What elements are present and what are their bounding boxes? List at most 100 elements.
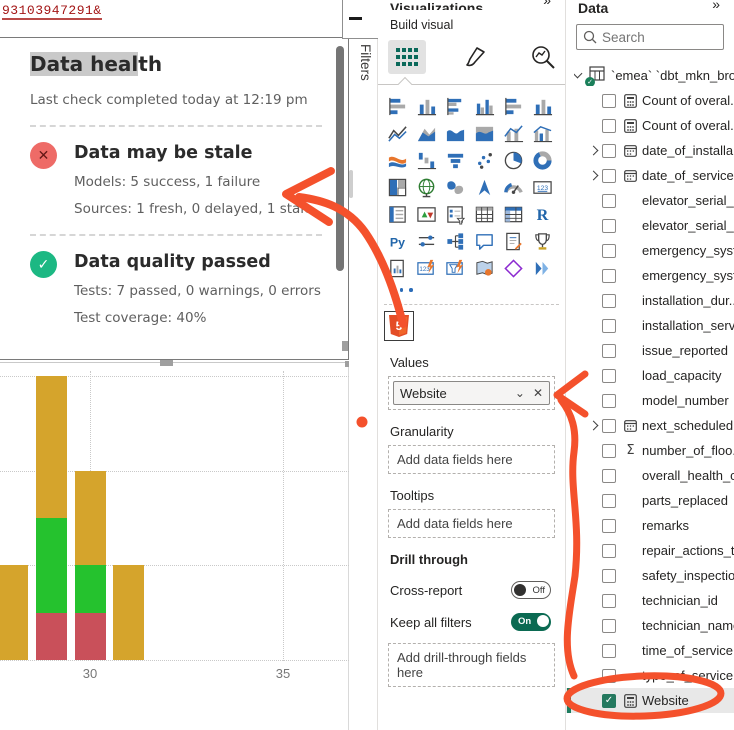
field-checkbox[interactable] (602, 394, 616, 408)
field-row-elevator_serial_[interactable]: elevator_serial_.. (566, 188, 734, 213)
field-checkbox[interactable] (602, 469, 616, 483)
field-checkbox[interactable] (602, 319, 616, 333)
field-row-parts_replaced[interactable]: parts_replaced (566, 488, 734, 513)
visual-icon-kpi[interactable] (412, 201, 441, 228)
visual-icon-scatter-chart[interactable] (470, 147, 499, 174)
field-row-load_capacity[interactable]: load_capacity (566, 363, 734, 388)
visual-icon-treemap[interactable] (383, 174, 412, 201)
remove-field-icon[interactable]: ✕ (533, 386, 543, 400)
field-checkbox[interactable] (602, 119, 616, 133)
field-checkbox[interactable] (602, 194, 616, 208)
visual-icon-stacked-bar-chart[interactable] (383, 93, 412, 120)
visual-icon-smart-narrative[interactable] (499, 228, 528, 255)
field-checkbox[interactable] (602, 444, 616, 458)
expand-icon[interactable] (588, 421, 598, 431)
visual-icon-power-apps-visual[interactable] (499, 255, 528, 282)
visual-icon-r-script-visual[interactable]: R (528, 201, 557, 228)
field-row-next_scheduled[interactable]: next_scheduled.. (566, 413, 734, 438)
field-checkbox[interactable] (602, 169, 616, 183)
visual-icon-power-apps-card[interactable]: 123 (412, 255, 441, 282)
field-checkbox[interactable] (602, 294, 616, 308)
field-checkbox[interactable] (602, 269, 616, 283)
field-checkbox[interactable] (602, 244, 616, 258)
card-scrollbar[interactable] (336, 46, 344, 271)
collapse-pane-icon[interactable]: » (543, 0, 551, 8)
data-health-card-visual[interactable]: Data health Last check completed today a… (0, 37, 349, 360)
visual-icon-stacked-column-chart[interactable] (412, 93, 441, 120)
visual-icon-ribbon-chart[interactable] (383, 147, 412, 174)
field-row-type_of_service[interactable]: type_of_service (566, 663, 734, 688)
visual-icon-donut-chart[interactable] (528, 147, 557, 174)
field-row-time_of_service[interactable]: time_of_service (566, 638, 734, 663)
field-row-date_of_service[interactable]: date_of_service (566, 163, 734, 188)
field-row-countofoveral[interactable]: Count of overal.. (566, 113, 734, 138)
field-row-repair_actions_t[interactable]: repair_actions_t.. (566, 538, 734, 563)
visual-icon-funnel-chart[interactable] (441, 147, 470, 174)
search-box[interactable] (576, 24, 724, 50)
field-checkbox[interactable]: ✓ (602, 694, 616, 708)
field-row-issue_reported[interactable]: issue_reported (566, 338, 734, 363)
field-row-emergency_syst[interactable]: emergency_syst.. (566, 263, 734, 288)
field-checkbox[interactable] (602, 544, 616, 558)
field-row-safety_inspectio[interactable]: safety_inspectio.. (566, 563, 734, 588)
values-well[interactable]: Website ⌄ ✕ (388, 376, 555, 410)
keep-all-filters-toggle[interactable]: On (511, 613, 551, 631)
visual-icon-metrics[interactable] (528, 228, 557, 255)
field-checkbox[interactable] (602, 344, 616, 358)
tab-format-visual[interactable] (456, 40, 494, 74)
tab-analytics[interactable] (524, 40, 562, 74)
table-node[interactable]: ✓ `emea` `dbt_mkn_bron... (574, 64, 734, 86)
visual-icon-arcgis-map[interactable] (470, 255, 499, 282)
field-checkbox[interactable] (602, 219, 616, 233)
website-field-chip[interactable]: Website ⌄ ✕ (393, 381, 550, 405)
field-row-emergency_syst[interactable]: emergency_syst.. (566, 238, 734, 263)
field-row-installation_dur[interactable]: installation_dur.. (566, 288, 734, 313)
field-checkbox[interactable] (602, 494, 616, 508)
field-row-overall_health_c[interactable]: overall_health_c.. (566, 463, 734, 488)
field-row-number_of_floo[interactable]: Σnumber_of_floo.. (566, 438, 734, 463)
field-checkbox[interactable] (602, 419, 616, 433)
visual-icon-clustered-column-chart[interactable] (470, 93, 499, 120)
visual-icon-map[interactable] (412, 174, 441, 201)
search-input[interactable] (602, 30, 717, 45)
get-more-visuals-button[interactable] (390, 284, 565, 296)
visual-icon-line-and-clustered-column-chart[interactable] (528, 120, 557, 147)
visual-icon-100-stacked-column-chart[interactable] (528, 93, 557, 120)
visual-icon-multi-row-card[interactable] (383, 201, 412, 228)
visual-icon-paginated-report[interactable] (383, 255, 412, 282)
visual-icon-slicer[interactable] (441, 201, 470, 228)
field-row-technician_id[interactable]: technician_id (566, 588, 734, 613)
field-checkbox[interactable] (602, 594, 616, 608)
field-checkbox[interactable] (602, 519, 616, 533)
expand-icon[interactable] (588, 171, 598, 181)
resize-handle-corner[interactable] (342, 341, 348, 351)
visual-icon-line-and-stacked-column-chart[interactable] (499, 120, 528, 147)
field-checkbox[interactable] (602, 94, 616, 108)
visual-icon-card[interactable]: 123 (528, 174, 557, 201)
visual-icon-matrix[interactable] (499, 201, 528, 228)
field-row-website[interactable]: ✓Website (566, 688, 734, 713)
visual-icon-power-automate-visual[interactable] (528, 255, 557, 282)
tab-build-visual[interactable] (388, 40, 426, 74)
visual-icon-clustered-bar-chart[interactable] (441, 93, 470, 120)
visual-icon-100-stacked-bar-chart[interactable] (499, 93, 528, 120)
field-row-technician_name[interactable]: technician_name (566, 613, 734, 638)
visual-icon-table[interactable] (470, 201, 499, 228)
visual-icon-stacked-area-chart[interactable] (441, 120, 470, 147)
visual-icon-azure-map[interactable] (470, 174, 499, 201)
visual-icon-filled-map[interactable] (441, 174, 470, 201)
field-row-date_of_installa[interactable]: date_of_installa.. (566, 138, 734, 163)
html-content-visual-icon[interactable]: 5 (384, 311, 414, 341)
collapse-icon[interactable] (574, 69, 582, 79)
visual-icon-decomposition-tree[interactable] (441, 228, 470, 255)
field-checkbox[interactable] (602, 369, 616, 383)
expand-icon[interactable] (588, 146, 598, 156)
field-checkbox[interactable] (602, 644, 616, 658)
collapse-pane-icon[interactable]: » (712, 0, 720, 12)
granularity-well[interactable]: Add data fields here (388, 445, 555, 474)
visual-icon-pie-chart[interactable] (499, 147, 528, 174)
visual-icon-key-influencers[interactable] (412, 228, 441, 255)
visual-icon-100-stacked-area-chart[interactable] (470, 120, 499, 147)
chevron-down-icon[interactable]: ⌄ (515, 386, 525, 400)
drill-through-well[interactable]: Add drill-through fields here (388, 643, 555, 687)
